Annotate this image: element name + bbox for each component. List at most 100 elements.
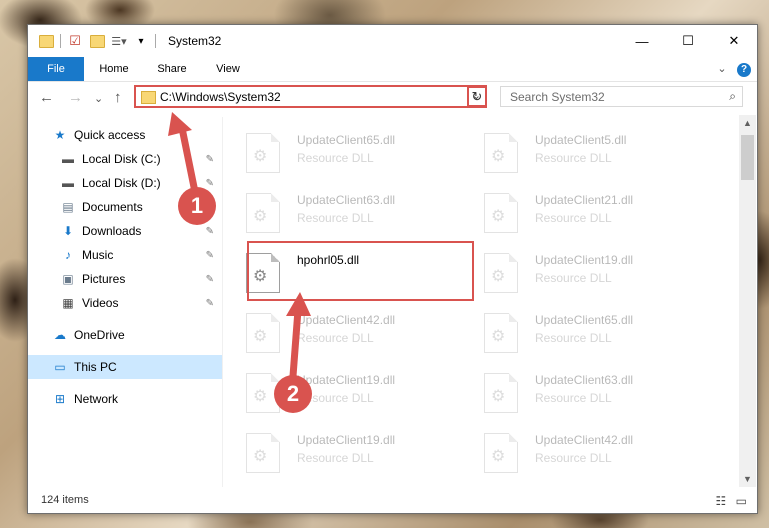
pictures-icon: ▣ — [62, 272, 74, 286]
pin-icon[interactable]: ✎ — [206, 226, 214, 237]
toolbar-divider — [60, 34, 61, 48]
pin-icon[interactable]: ✎ — [206, 154, 214, 165]
toolbar-dropdown-icon[interactable]: ▾ — [133, 33, 149, 49]
navigation-pane: ★ Quick access ▬ Local Disk (C:) ✎ ▬ Loc… — [28, 117, 222, 487]
file-type: Resource DLL — [535, 451, 612, 465]
file-item[interactable]: ⚙ UpdateClient63.dll Resource DLL — [224, 183, 454, 241]
drive-icon: ▬ — [62, 176, 74, 190]
file-item[interactable]: ⚙ UpdateClient19.dll Resource DLL — [462, 243, 692, 301]
sidebar-item-videos[interactable]: ▦ Videos ✎ — [28, 291, 222, 315]
properties-icon[interactable]: ☑ — [67, 33, 83, 49]
gear-icon: ⚙ — [491, 148, 506, 165]
dll-file-icon: ⚙ — [246, 433, 280, 473]
pin-icon[interactable]: ✎ — [206, 298, 214, 309]
file-type: Resource DLL — [535, 151, 612, 165]
search-placeholder: Search System32 — [510, 90, 605, 104]
refresh-button[interactable]: ↻ — [467, 86, 487, 107]
scroll-up-icon[interactable]: ▲ — [739, 115, 756, 131]
search-input[interactable]: Search System32 ⌕ — [500, 86, 743, 107]
dll-file-icon: ⚙ — [246, 133, 280, 173]
help-icon[interactable]: ? — [736, 57, 752, 81]
file-type: Resource DLL — [297, 211, 374, 225]
dll-file-icon: ⚙ — [484, 253, 518, 293]
file-highlight-box — [247, 241, 474, 301]
dll-file-icon: ⚙ — [246, 313, 280, 353]
sidebar-item-this-pc[interactable]: ▭ This PC — [28, 355, 222, 379]
downloads-icon: ⬇ — [62, 224, 74, 238]
scroll-down-icon[interactable]: ▼ — [739, 471, 756, 487]
sidebar-item-label: Network — [74, 392, 119, 406]
gear-icon: ⚙ — [491, 448, 506, 465]
tiles-view-icon[interactable]: ▭ — [736, 494, 747, 508]
gear-icon: ⚙ — [491, 328, 506, 345]
scrollbar-thumb[interactable] — [741, 135, 754, 180]
file-item[interactable]: ⚙ UpdateClient42.dll Resource DLL — [224, 303, 454, 361]
network-icon: ⊞ — [54, 392, 66, 406]
tab-share[interactable]: Share — [148, 57, 196, 81]
maximize-button[interactable]: ☐ — [665, 25, 711, 57]
customize-toolbar-icon[interactable]: ☰▾ — [111, 33, 127, 49]
address-bar[interactable]: C:\Windows\System32 ⌄ — [134, 85, 487, 108]
forward-arrow-icon[interactable]: → — [68, 89, 83, 106]
sidebar-item-label: Documents — [82, 200, 143, 214]
file-list: ⚙ UpdateClient65.dll Resource DLL ⚙ UpdateCl… — [224, 115, 740, 487]
file-item[interactable]: ⚙ UpdateClient19.dll Resource DLL — [224, 423, 454, 481]
details-view-icon[interactable]: ☷ — [716, 494, 727, 508]
pin-icon[interactable]: ✎ — [206, 274, 214, 285]
vertical-scrollbar[interactable]: ▲ ▼ — [739, 115, 756, 487]
tab-view[interactable]: View — [204, 57, 252, 81]
search-icon[interactable]: ⌕ — [729, 89, 736, 104]
gear-icon: ⚙ — [253, 328, 268, 345]
gear-icon: ⚙ — [253, 208, 268, 225]
status-bar: 124 items ☷ ▭ — [28, 489, 757, 513]
documents-icon: ▤ — [62, 200, 74, 214]
quick-access-toolbar: ☑ ☰▾ ▾ — [38, 33, 162, 49]
file-name: UpdateClient21.dll — [535, 193, 634, 207]
gear-icon: ⚙ — [491, 208, 506, 225]
sidebar-item-label: Local Disk (D:) — [82, 176, 161, 190]
sidebar-item-pictures[interactable]: ▣ Pictures ✎ — [28, 267, 222, 291]
window-title: System32 — [168, 34, 222, 48]
star-icon: ★ — [54, 128, 66, 142]
file-item[interactable]: ⚙ UpdateClient42.dll Resource DLL — [462, 423, 692, 481]
file-name: UpdateClient63.dll — [535, 373, 634, 387]
item-count: 124 items — [41, 494, 89, 506]
file-item[interactable]: ⚙ UpdateClient5.dll Resource DLL — [462, 123, 692, 181]
recent-locations-icon[interactable]: ⌄ — [94, 92, 103, 105]
file-type: Resource DLL — [297, 451, 374, 465]
pin-icon[interactable]: ✎ — [206, 178, 214, 189]
address-path: C:\Windows\System32 — [160, 90, 281, 104]
gear-icon: ⚙ — [491, 268, 506, 285]
file-name: UpdateClient19.dll — [297, 433, 396, 447]
sidebar-item-quick-access[interactable]: ★ Quick access — [28, 123, 222, 147]
address-row: ← → ⌄ ↑ C:\Windows\System32 ⌄ ↻ Search S… — [28, 82, 757, 114]
sidebar-item-network[interactable]: ⊞ Network — [28, 387, 222, 411]
file-item[interactable]: ⚙ UpdateClient21.dll Resource DLL — [462, 183, 692, 241]
up-arrow-icon[interactable]: ↑ — [114, 89, 122, 106]
file-item[interactable]: ⚙ UpdateClient65.dll Resource DLL — [224, 123, 454, 181]
sidebar-item-label: Music — [82, 248, 114, 262]
dll-file-icon: ⚙ — [484, 373, 518, 413]
new-folder-icon[interactable] — [89, 33, 105, 49]
explorer-window: ☑ ☰▾ ▾ System32 — ☐ ✕ File Home Share Vi… — [27, 24, 758, 514]
sidebar-item-music[interactable]: ♪ Music ✎ — [28, 243, 222, 267]
callout-badge-2: 2 — [274, 375, 312, 413]
file-name: UpdateClient5.dll — [535, 133, 627, 147]
expand-ribbon-icon[interactable]: ⌄ — [714, 57, 730, 81]
tab-file[interactable]: File — [28, 57, 84, 81]
file-item[interactable]: ⚙ UpdateClient63.dll Resource DLL — [462, 363, 692, 421]
file-item[interactable]: ⚙ UpdateClient65.dll Resource DLL — [462, 303, 692, 361]
cloud-icon: ☁ — [54, 328, 66, 342]
back-arrow-icon[interactable]: ← — [39, 89, 54, 106]
sidebar-item-label: Local Disk (C:) — [82, 152, 161, 166]
minimize-button[interactable]: — — [619, 25, 665, 57]
sidebar-item-local-disk-c[interactable]: ▬ Local Disk (C:) ✎ — [28, 147, 222, 171]
tab-home[interactable]: Home — [90, 57, 138, 81]
pane-divider — [222, 117, 223, 487]
close-button[interactable]: ✕ — [711, 25, 757, 57]
pin-icon[interactable]: ✎ — [206, 250, 214, 261]
file-item[interactable]: ⚙ UpdateClient19.dll Resource DLL — [224, 363, 454, 421]
sidebar-item-onedrive[interactable]: ☁ OneDrive — [28, 323, 222, 347]
sidebar-item-label: This PC — [74, 360, 117, 374]
file-name: UpdateClient19.dll — [297, 373, 396, 387]
